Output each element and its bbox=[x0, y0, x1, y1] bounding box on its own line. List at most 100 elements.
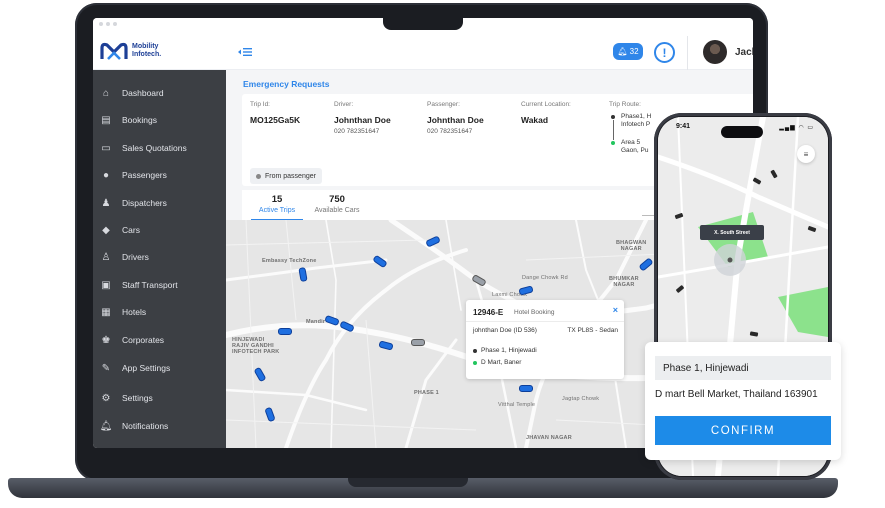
bell-icon: 🔔︎ bbox=[99, 420, 113, 432]
sidebar-item-label: Sales Quotations bbox=[122, 143, 187, 153]
bell-icon: 🔔︎ bbox=[617, 47, 628, 56]
hotel-icon: ▦ bbox=[101, 306, 111, 318]
pickup-dot-icon bbox=[473, 348, 477, 353]
logo-mark-icon bbox=[100, 42, 128, 60]
car-tag-icon: ◆ bbox=[102, 224, 110, 236]
car-marker-idle[interactable] bbox=[411, 339, 425, 346]
trip-id-label: Trip Id: bbox=[250, 101, 270, 108]
notifications-button[interactable]: 🔔︎ 32 bbox=[613, 43, 643, 60]
active-trips-label: Active Trips bbox=[258, 207, 296, 214]
confirm-button[interactable]: CONFIRM bbox=[655, 416, 831, 445]
active-trips-count: 15 bbox=[271, 194, 283, 205]
map-label-bhumkar-nagar: BHUMKAR NAGAR bbox=[609, 276, 639, 288]
bookings-icon: ▤ bbox=[101, 114, 111, 126]
sidebar-item-label: Dispatchers bbox=[122, 198, 167, 208]
home-icon: ⌂ bbox=[102, 87, 110, 99]
sidebar-item-bookings[interactable]: ▤ Bookings bbox=[93, 110, 226, 130]
sidebar-item-cars[interactable]: ◆ Cars bbox=[93, 220, 226, 240]
notification-count: 32 bbox=[629, 47, 639, 56]
car-marker[interactable] bbox=[519, 385, 533, 392]
gear-icon: ⚙ bbox=[101, 392, 111, 404]
street-tag: X. South Street bbox=[700, 225, 764, 240]
logo-text: Mobility Infotech. bbox=[132, 43, 162, 58]
sidebar-item-label: Bookings bbox=[122, 115, 157, 125]
sidebar-item-label: Settings bbox=[122, 393, 153, 403]
map-label-embassy: Embassy TechZone bbox=[262, 258, 317, 264]
sidebar-item-label: Cars bbox=[122, 225, 140, 235]
status-time: 9:41 bbox=[676, 123, 691, 130]
drop-location[interactable]: D mart Bell Market, Thailand 163901 bbox=[655, 389, 818, 400]
sidebar-item-label: Dashboard bbox=[122, 88, 164, 98]
trip-info-popup[interactable]: 12946-E Hotel Booking × johnthan Doe (ID… bbox=[466, 300, 624, 379]
passenger-icon: ● bbox=[102, 169, 110, 181]
map-label-vitthal-temple: Vitthal Temple bbox=[498, 402, 536, 408]
route-label: Trip Route: bbox=[609, 101, 641, 108]
sidebar: ⌂ Dashboard ▤ Bookings ▭ Sales Quotations ●… bbox=[93, 70, 226, 448]
route-stops: Phase1, H Infotech P Area 5 Gaon, Pu bbox=[609, 113, 651, 155]
location-label: Current Location: bbox=[521, 101, 571, 108]
sidebar-item-label: Drivers bbox=[122, 252, 149, 262]
source-chip-label: From passenger bbox=[265, 172, 316, 180]
sidebar-item-app-settings[interactable]: ✎ App Settings bbox=[93, 358, 226, 378]
map-label-phase1: PHASE 1 bbox=[414, 390, 439, 396]
section-title: Emergency Requests bbox=[243, 79, 330, 89]
sidebar-item-label: Hotels bbox=[122, 307, 147, 317]
popup-trip-code: 12946-E bbox=[473, 308, 504, 317]
sidebar-item-notifications[interactable]: 🔔︎ Notifications bbox=[93, 416, 226, 436]
sidebar-item-settings[interactable]: ⚙ Settings bbox=[93, 388, 226, 408]
passenger-phone: 020 782351647 bbox=[427, 128, 473, 135]
passenger-name: Johnthan Doe bbox=[427, 115, 484, 125]
map-label-mandir: Mandir bbox=[306, 319, 326, 325]
collapse-menu-icon[interactable] bbox=[237, 47, 253, 57]
location-value: Wakad bbox=[521, 115, 549, 125]
app-logo[interactable]: Mobility Infotech. bbox=[99, 40, 172, 62]
hamburger-menu-icon[interactable]: ≡ bbox=[797, 145, 815, 163]
source-chip: From passenger bbox=[250, 168, 322, 184]
sidebar-item-staff-transport[interactable]: ▣ Staff Transport bbox=[93, 275, 226, 295]
drop-dot-icon bbox=[473, 360, 477, 365]
map-label-bhagwan-nagar: BHAGWAN NAGAR bbox=[616, 240, 647, 252]
trip-id-column: Trip Id: MO125Ga5K bbox=[250, 101, 300, 125]
sidebar-item-dashboard[interactable]: ⌂ Dashboard bbox=[93, 83, 226, 103]
laptop-base-groove bbox=[348, 478, 468, 487]
close-icon[interactable]: × bbox=[613, 305, 618, 315]
tab-active-trips[interactable]: 15 Active Trips bbox=[252, 194, 302, 214]
popup-drop: D Mart, Baner bbox=[473, 359, 521, 366]
sidebar-item-label: Corporates bbox=[122, 335, 165, 345]
source-dot-icon bbox=[256, 173, 261, 179]
route-line bbox=[612, 120, 614, 140]
car-marker[interactable] bbox=[278, 328, 292, 335]
trip-id-value: MO125Ga5K bbox=[250, 115, 301, 125]
route-from: Phase1, H bbox=[621, 113, 652, 120]
map-label-jagtap-chowk: Jagtap Chowk bbox=[562, 396, 600, 402]
sidebar-item-hotels[interactable]: ▦ Hotels bbox=[93, 302, 226, 322]
avatar[interactable] bbox=[703, 40, 727, 64]
sidebar-item-corporates[interactable]: ♚ Corporates bbox=[93, 330, 226, 350]
location-column: Current Location: Wakad bbox=[521, 101, 571, 125]
driver-phone: 020 782351647 bbox=[334, 128, 380, 135]
route-end-dot bbox=[611, 141, 615, 145]
emergency-alert-button[interactable]: ! bbox=[654, 42, 675, 63]
passenger-label: Passenger: bbox=[427, 101, 460, 108]
pickup-field[interactable]: Phase 1, Hinjewadi bbox=[655, 356, 831, 380]
popup-drop-text: D Mart, Baner bbox=[481, 359, 522, 366]
driver-label: Driver: bbox=[334, 101, 354, 108]
sidebar-item-label: App Settings bbox=[122, 363, 171, 373]
user-name[interactable]: Jack bbox=[735, 47, 753, 58]
route-from-line2: Infotech P bbox=[621, 121, 651, 128]
popup-vehicle: TX PL8S - Sedan bbox=[567, 327, 618, 334]
booking-card: Phase 1, Hinjewadi D mart Bell Market, T… bbox=[645, 342, 841, 460]
tab-available-cars[interactable]: 750 Available Cars bbox=[307, 194, 367, 214]
window-dots bbox=[99, 22, 117, 26]
route-column: Trip Route: Phase1, H Infotech P Area 5 … bbox=[609, 101, 651, 155]
sidebar-item-dispatchers[interactable]: ♟ Dispatchers bbox=[93, 193, 226, 213]
sidebar-item-sales-quotations[interactable]: ▭ Sales Quotations bbox=[93, 138, 226, 158]
quotation-icon: ▭ bbox=[101, 142, 111, 154]
sidebar-item-drivers[interactable]: ♙ Drivers bbox=[93, 247, 226, 267]
dispatcher-icon: ♟ bbox=[101, 197, 111, 209]
header-divider bbox=[687, 36, 688, 70]
route-to: Area 5 bbox=[621, 139, 641, 146]
edit-icon: ✎ bbox=[101, 362, 111, 374]
sidebar-item-passengers[interactable]: ● Passengers bbox=[93, 165, 226, 185]
map-label-jhavan-nagar: JHAVAN NAGAR bbox=[526, 435, 572, 441]
